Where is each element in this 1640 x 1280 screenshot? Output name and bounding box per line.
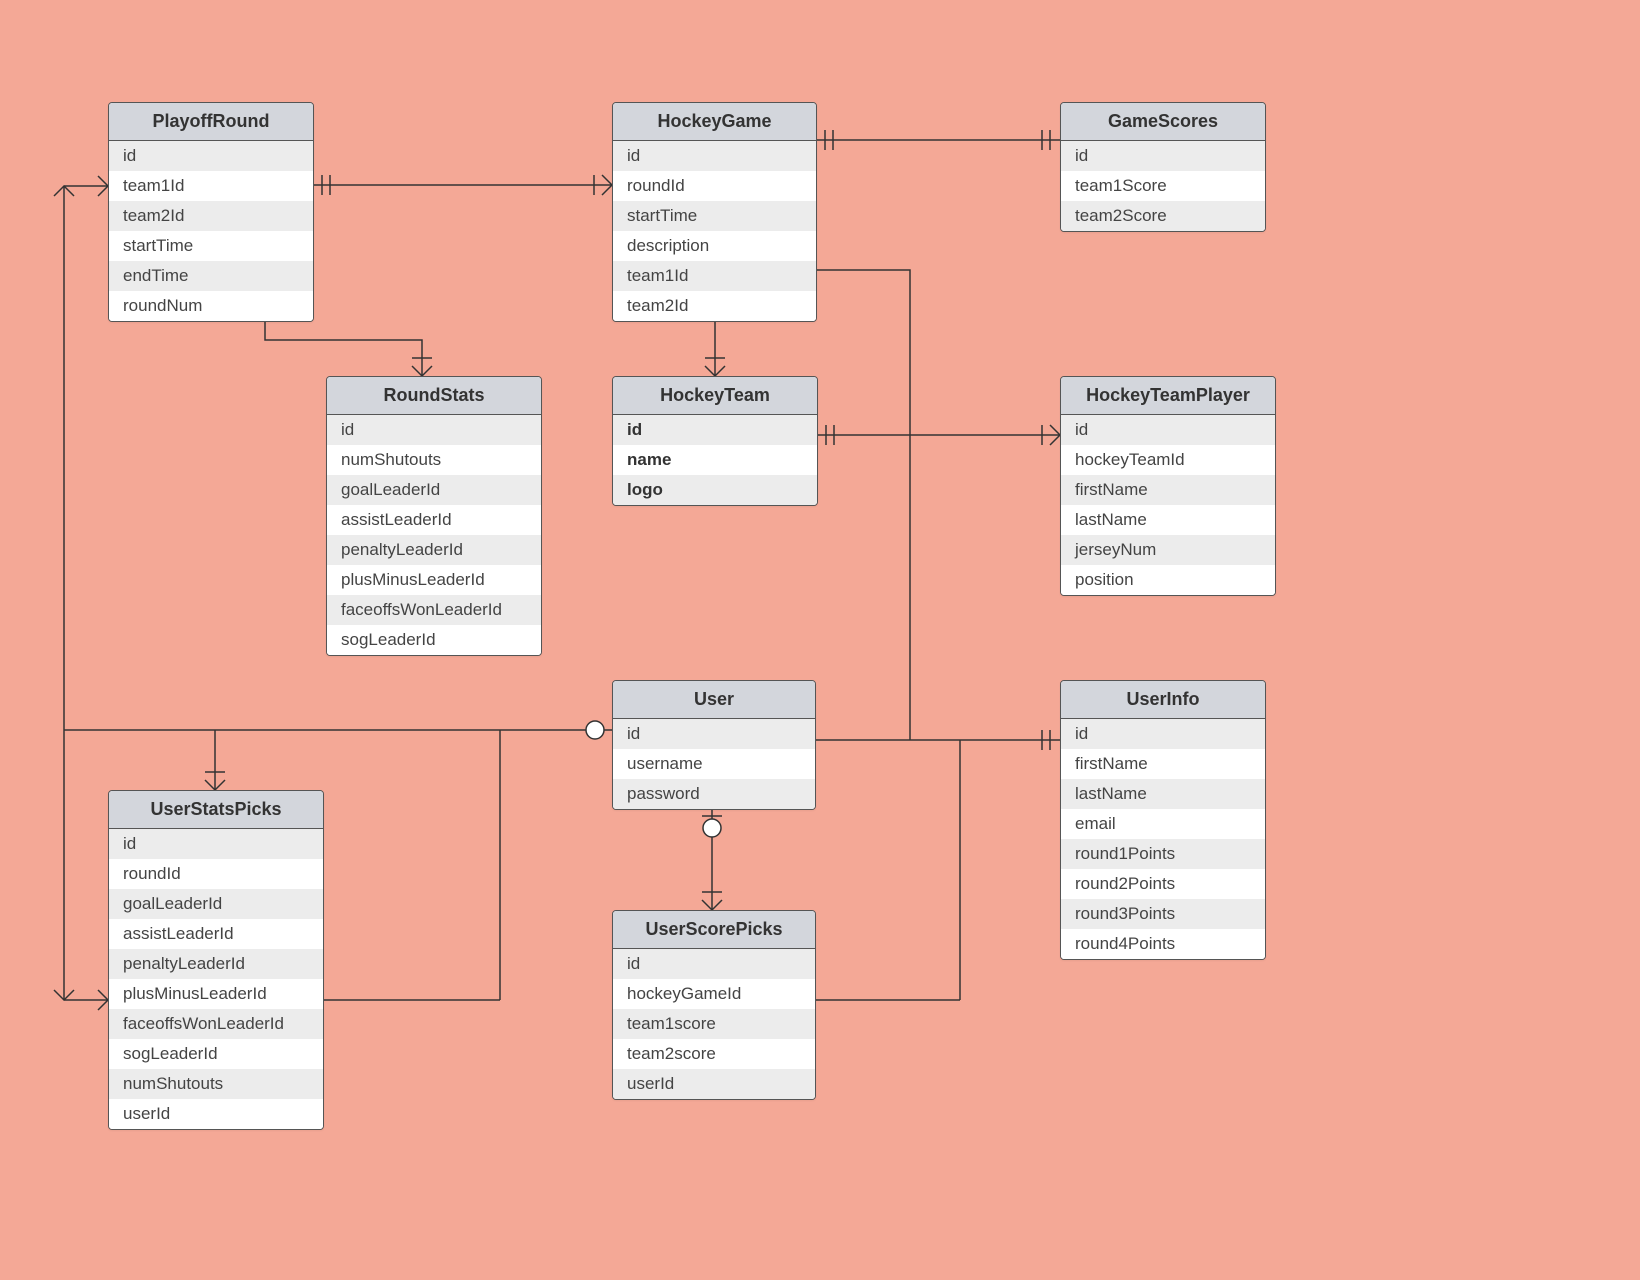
entity-field: round4Points [1061, 929, 1265, 959]
entity-title: UserInfo [1061, 681, 1265, 719]
entity-field: description [613, 231, 816, 261]
entity-hockey-team-player: HockeyTeamPlayer idhockeyTeamIdfirstName… [1060, 376, 1276, 596]
entity-field: penaltyLeaderId [109, 949, 323, 979]
entity-game-scores: GameScores idteam1Scoreteam2Score [1060, 102, 1266, 232]
entity-field: plusMinusLeaderId [327, 565, 541, 595]
entity-field: team2Id [109, 201, 313, 231]
entity-field: assistLeaderId [327, 505, 541, 535]
entity-field: jerseyNum [1061, 535, 1275, 565]
entity-user-stats-picks: UserStatsPicks idroundIdgoalLeaderIdassi… [108, 790, 324, 1130]
entity-field: team1Score [1061, 171, 1265, 201]
entity-field: team1Id [109, 171, 313, 201]
entity-title: UserStatsPicks [109, 791, 323, 829]
entity-field: assistLeaderId [109, 919, 323, 949]
entity-field: password [613, 779, 815, 809]
entity-field: hockeyGameId [613, 979, 815, 1009]
entity-field: email [1061, 809, 1265, 839]
entity-title: User [613, 681, 815, 719]
entity-field: startTime [613, 201, 816, 231]
entity-field: id [109, 829, 323, 859]
entity-user-info: UserInfo idfirstNamelastNameemailround1P… [1060, 680, 1266, 960]
entity-field: username [613, 749, 815, 779]
entity-field: id [1061, 719, 1265, 749]
entity-hockey-team: HockeyTeam idnamelogo [612, 376, 818, 506]
entity-field: id [327, 415, 541, 445]
entity-field: round1Points [1061, 839, 1265, 869]
entity-field: name [613, 445, 817, 475]
entity-field: team2Id [613, 291, 816, 321]
entity-field: firstName [1061, 475, 1275, 505]
entity-round-stats: RoundStats idnumShutoutsgoalLeaderIdassi… [326, 376, 542, 656]
entity-field: roundId [109, 859, 323, 889]
entity-field: goalLeaderId [109, 889, 323, 919]
entity-field: team1score [613, 1009, 815, 1039]
entity-title: HockeyTeam [613, 377, 817, 415]
entity-field: id [1061, 415, 1275, 445]
entity-title: PlayoffRound [109, 103, 313, 141]
entity-title: HockeyGame [613, 103, 816, 141]
entity-user: User idusernamepassword [612, 680, 816, 810]
entity-field: id [613, 719, 815, 749]
entity-field: id [613, 415, 817, 445]
entity-field: faceoffsWonLeaderId [327, 595, 541, 625]
entity-playoff-round: PlayoffRound idteam1Idteam2IdstartTimeen… [108, 102, 314, 322]
entity-title: UserScorePicks [613, 911, 815, 949]
entity-field: position [1061, 565, 1275, 595]
entity-field: lastName [1061, 779, 1265, 809]
entity-field: id [613, 141, 816, 171]
entity-field: endTime [109, 261, 313, 291]
entity-hockey-game: HockeyGame idroundIdstartTimedescription… [612, 102, 817, 322]
entity-field: numShutouts [327, 445, 541, 475]
entity-field: numShutouts [109, 1069, 323, 1099]
entity-user-score-picks: UserScorePicks idhockeyGameIdteam1scoret… [612, 910, 816, 1100]
entity-field: roundId [613, 171, 816, 201]
entity-title: RoundStats [327, 377, 541, 415]
entity-title: GameScores [1061, 103, 1265, 141]
entity-field: hockeyTeamId [1061, 445, 1275, 475]
entity-field: lastName [1061, 505, 1275, 535]
entity-field: sogLeaderId [109, 1039, 323, 1069]
entity-field: id [613, 949, 815, 979]
entity-field: team2Score [1061, 201, 1265, 231]
entity-field: round2Points [1061, 869, 1265, 899]
entity-field: id [1061, 141, 1265, 171]
entity-field: penaltyLeaderId [327, 535, 541, 565]
entity-title: HockeyTeamPlayer [1061, 377, 1275, 415]
entity-field: firstName [1061, 749, 1265, 779]
entity-field: plusMinusLeaderId [109, 979, 323, 1009]
entity-field: team2score [613, 1039, 815, 1069]
entity-field: startTime [109, 231, 313, 261]
entity-field: id [109, 141, 313, 171]
entity-field: logo [613, 475, 817, 505]
entity-field: round3Points [1061, 899, 1265, 929]
entity-field: userId [109, 1099, 323, 1129]
entity-field: team1Id [613, 261, 816, 291]
entity-field: sogLeaderId [327, 625, 541, 655]
entity-field: userId [613, 1069, 815, 1099]
entity-field: faceoffsWonLeaderId [109, 1009, 323, 1039]
entity-field: goalLeaderId [327, 475, 541, 505]
entity-field: roundNum [109, 291, 313, 321]
